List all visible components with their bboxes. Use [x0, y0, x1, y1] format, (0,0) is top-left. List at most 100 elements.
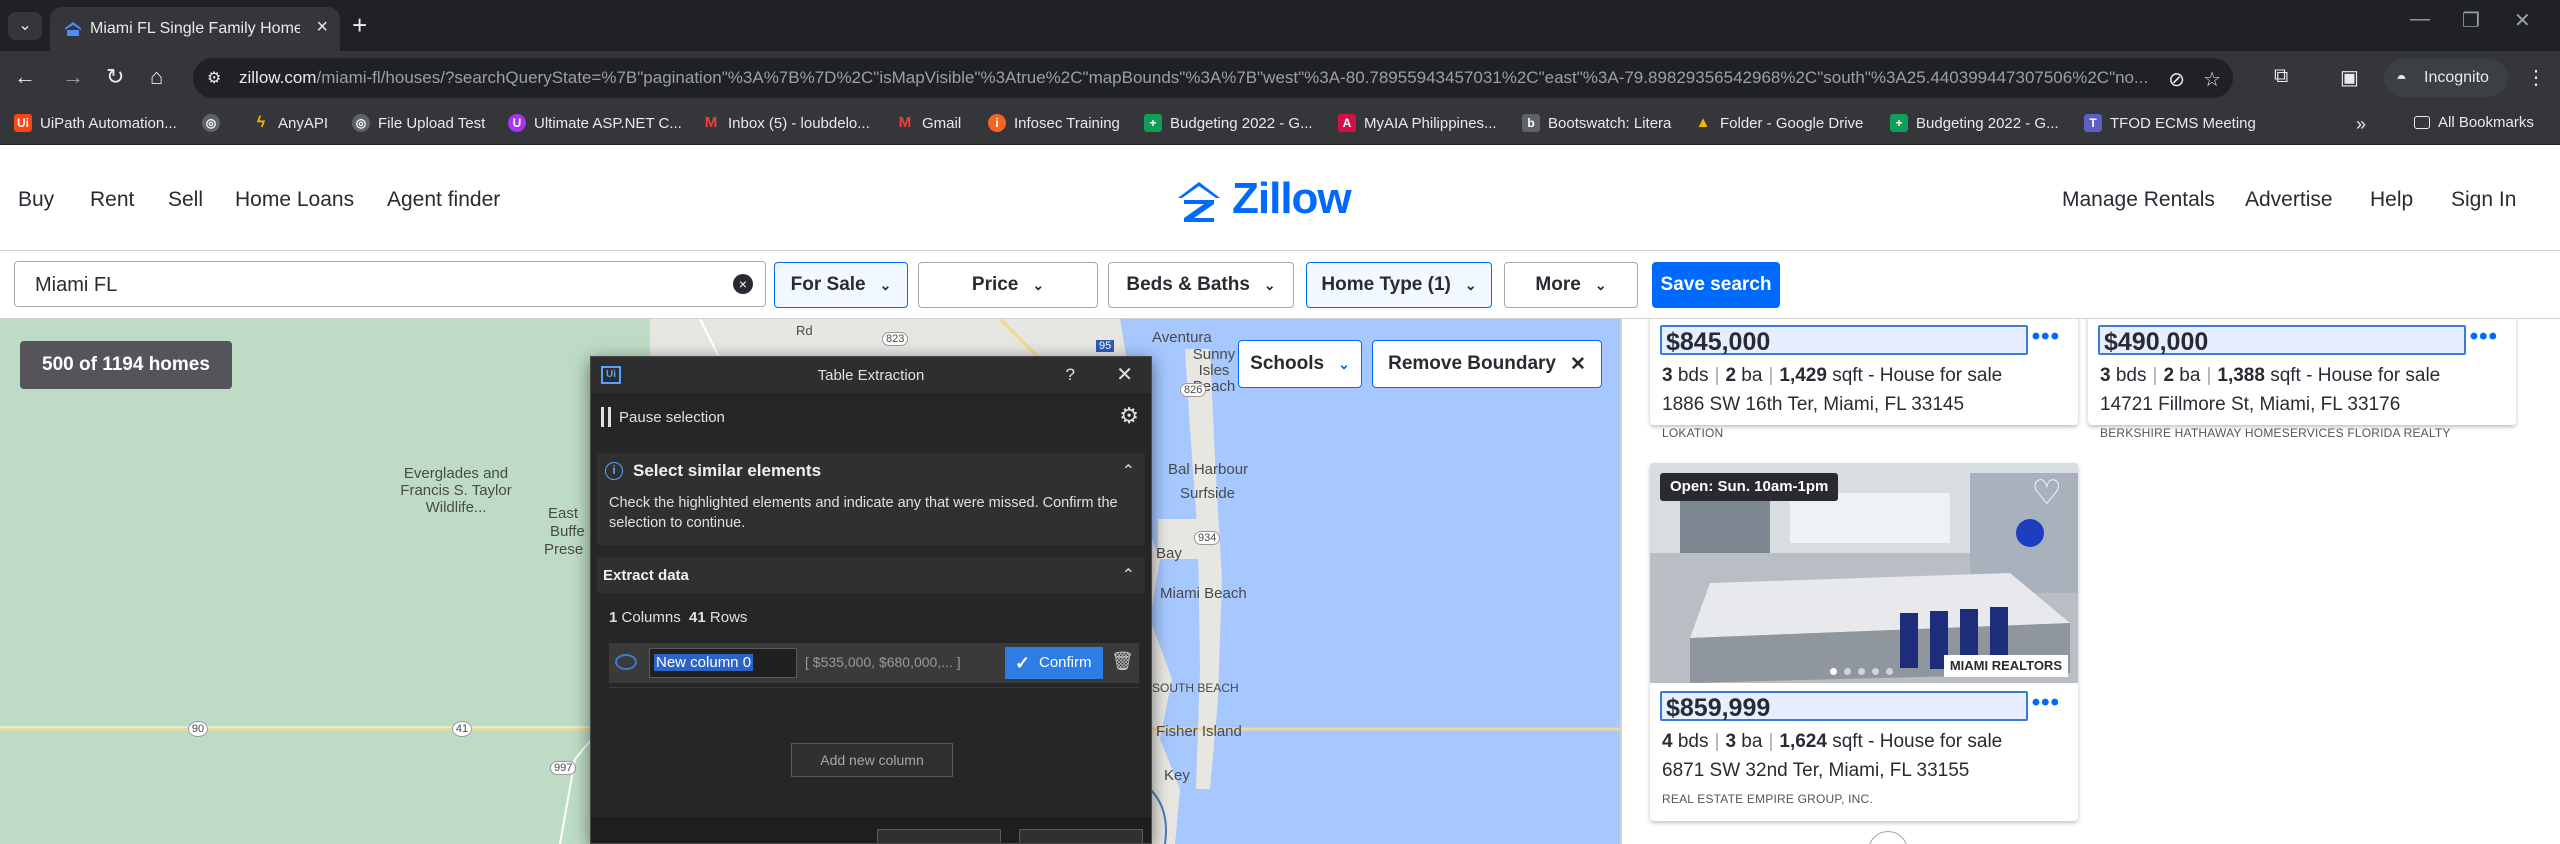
footer-button[interactable]	[1019, 829, 1143, 843]
bookmark-item[interactable]: i Infosec Training	[988, 114, 1120, 132]
listing-broker: BERKSHIRE HATHAWAY HOMESERVICES FLORIDA …	[2100, 426, 2451, 440]
home-icon[interactable]: ⌂	[150, 64, 163, 90]
beds-baths-dropdown[interactable]: Beds & Baths ⌄	[1108, 262, 1294, 308]
nav-home-loans[interactable]: Home Loans	[235, 188, 354, 212]
price-dropdown[interactable]: Price ⌄	[918, 262, 1098, 308]
restore-icon[interactable]: ❐	[2462, 8, 2480, 33]
incognito-badge[interactable]: ◓ Incognito	[2384, 59, 2508, 97]
rows-label: Rows	[709, 609, 748, 626]
forward-arrow-icon[interactable]: →	[62, 64, 84, 90]
bookmark-item[interactable]: T TFOD ECMS Meeting	[2084, 114, 2256, 132]
remove-boundary-button[interactable]: Remove Boundary ✕	[1372, 340, 1602, 388]
nav-buy[interactable]: Buy	[18, 188, 54, 212]
bookmark-item[interactable]: ◎ File Upload Test	[352, 114, 485, 132]
help-icon[interactable]: ?	[1066, 365, 1075, 385]
url-text[interactable]: zillow.com/miami-fl/houses/?searchQueryS…	[239, 68, 2179, 88]
minimize-icon[interactable]: —	[2410, 8, 2430, 31]
nav-help[interactable]: Help	[2370, 188, 2413, 212]
nav-advertise[interactable]: Advertise	[2245, 188, 2333, 212]
bookmark-item[interactable]: Ui UiPath Automation...	[14, 114, 177, 132]
pause-selection-button[interactable]: Pause selection	[601, 407, 725, 427]
bookmark-item[interactable]: M Gmail	[896, 114, 961, 132]
route-shield: 934	[1194, 531, 1221, 545]
bookmark-label: Infosec Training	[1014, 114, 1120, 132]
for-sale-dropdown[interactable]: For Sale ⌄	[774, 262, 908, 308]
listing-card[interactable]: $845,000 ••• 3 bds | 2 ba | 1,429 sqft - Hou…	[1650, 319, 2078, 425]
back-arrow-icon[interactable]: ←	[14, 64, 36, 90]
bookmark-item[interactable]: + Budgeting 2022 - G...	[1144, 114, 1313, 132]
filter-bar: Miami FL × For Sale ⌄ Price ⌄ Beds & Baths…	[0, 251, 2560, 319]
window-close-icon[interactable]: ✕	[2514, 8, 2531, 33]
new-tab-plus-icon[interactable]: +	[352, 10, 367, 41]
udemy-icon: U	[508, 114, 526, 132]
load-more-icon[interactable]	[1868, 831, 1908, 844]
eye-slash-icon[interactable]: ⊘	[2168, 67, 2185, 92]
baths-label: ba	[1741, 365, 1763, 386]
bookmarks-overflow-icon[interactable]: »	[2356, 114, 2366, 135]
bookmark-item[interactable]: b Bootswatch: Litera	[1522, 114, 1671, 132]
add-new-column-button[interactable]: Add new column	[791, 743, 953, 777]
bookmark-star-icon[interactable]: ☆	[2203, 67, 2221, 92]
bookmark-item[interactable]: ▲ Folder - Google Drive	[1694, 114, 1864, 132]
bookmark-item[interactable]: U Ultimate ASP.NET C...	[508, 114, 682, 132]
nav-sign-in[interactable]: Sign In	[2451, 188, 2516, 212]
close-icon[interactable]: ✕	[1116, 362, 1133, 387]
price-label: Price	[971, 274, 1019, 295]
sqft-count: 1,429	[1779, 365, 1827, 386]
tab-close-icon[interactable]: ×	[316, 16, 328, 39]
settings-gear-icon[interactable]: ⚙	[1119, 403, 1139, 429]
chevron-up-icon[interactable]: ⌃	[1122, 461, 1135, 481]
clear-search-icon[interactable]: ×	[733, 274, 753, 294]
route-shield: 826	[1180, 383, 1207, 397]
drive-icon: ▲	[1695, 114, 1711, 131]
more-options-icon[interactable]: •••	[2032, 323, 2060, 351]
trash-icon[interactable]: 🗑	[1111, 651, 1134, 672]
panel-footer	[591, 817, 1151, 843]
listing-address[interactable]: 14721 Fillmore St, Miami, FL 33176	[2100, 394, 2400, 416]
footer-button[interactable]	[877, 829, 1001, 843]
bookmark-item[interactable]: A MyAIA Philippines...	[1338, 114, 1497, 132]
schools-dropdown[interactable]: Schools ⌄	[1238, 340, 1362, 388]
address-bar[interactable]: ⚙ zillow.com/miami-fl/houses/?searchQuer…	[193, 58, 2233, 98]
home-type-dropdown[interactable]: Home Type (1) ⌄	[1306, 262, 1492, 308]
listing-photo[interactable]: Open: Sun. 10am-1pm ♡ MIAMI REALTORS	[1650, 463, 2078, 683]
bookmark-item[interactable]: M Inbox (5) - loubdelo...	[702, 114, 870, 132]
zillow-logo[interactable]: Zillow	[1176, 174, 1386, 230]
more-options-icon[interactable]: •••	[2032, 689, 2060, 717]
beds-count: 3	[2100, 365, 2111, 386]
bookmark-item[interactable]: + Budgeting 2022 - G...	[1890, 114, 2059, 132]
extensions-puzzle-icon[interactable]: ⧉	[2274, 65, 2288, 88]
bookmark-item[interactable]: ◎	[202, 114, 228, 132]
location-search-input[interactable]: Miami FL ×	[14, 261, 766, 307]
sqft-count: 1,624	[1779, 731, 1827, 752]
more-dropdown[interactable]: More ⌄	[1504, 262, 1638, 308]
side-panel-icon[interactable]: ▣	[2340, 65, 2359, 90]
tab-search-chevron-icon[interactable]: ⌄	[8, 12, 42, 40]
listing-card[interactable]: Open: Sun. 10am-1pm ♡ MIAMI REALTORS $85…	[1650, 463, 2078, 821]
chrome-menu-icon[interactable]: ⋮	[2526, 65, 2546, 90]
nav-agent-finder[interactable]: Agent finder	[387, 188, 500, 212]
sheets-icon: +	[1144, 114, 1162, 132]
photo-carousel-dots[interactable]	[1830, 668, 1893, 675]
site-info-icon[interactable]: ⚙	[207, 68, 221, 88]
confirm-button[interactable]: ✓ Confirm	[1005, 647, 1103, 679]
bookmark-item[interactable]: ϟ AnyAPI	[252, 114, 328, 132]
nav-manage-rentals[interactable]: Manage Rentals	[2062, 188, 2215, 212]
listing-address[interactable]: 1886 SW 16th Ter, Miami, FL 33145	[1662, 394, 1964, 416]
nav-sell[interactable]: Sell	[168, 188, 203, 212]
heart-save-icon[interactable]: ♡	[2032, 473, 2062, 513]
listing-card[interactable]: $490,000 ••• 3 bds | 2 ba | 1,388 sqft - Hou…	[2088, 319, 2516, 425]
select-similar-section: i Select similar elements ⌃ Check the hig…	[597, 453, 1145, 545]
more-options-icon[interactable]: •••	[2470, 323, 2498, 351]
nav-rent[interactable]: Rent	[90, 188, 134, 212]
panel-titlebar[interactable]: Ui Table Extraction ? ✕	[591, 357, 1151, 393]
chevron-up-icon[interactable]: ⌃	[1122, 565, 1135, 585]
browser-tab-active[interactable]: Miami FL Single Family Homes ×	[50, 7, 340, 51]
save-search-button[interactable]: Save search	[1652, 262, 1780, 308]
all-bookmarks[interactable]: All Bookmarks	[2414, 114, 2534, 131]
listing-address[interactable]: 6871 SW 32nd Ter, Miami, FL 33155	[1662, 760, 1969, 782]
extract-data-header[interactable]: Extract data ⌃	[597, 557, 1145, 593]
reload-icon[interactable]: ↻	[106, 64, 124, 90]
column-name-input[interactable]: New column 0	[649, 648, 797, 678]
eye-icon[interactable]	[615, 654, 637, 670]
